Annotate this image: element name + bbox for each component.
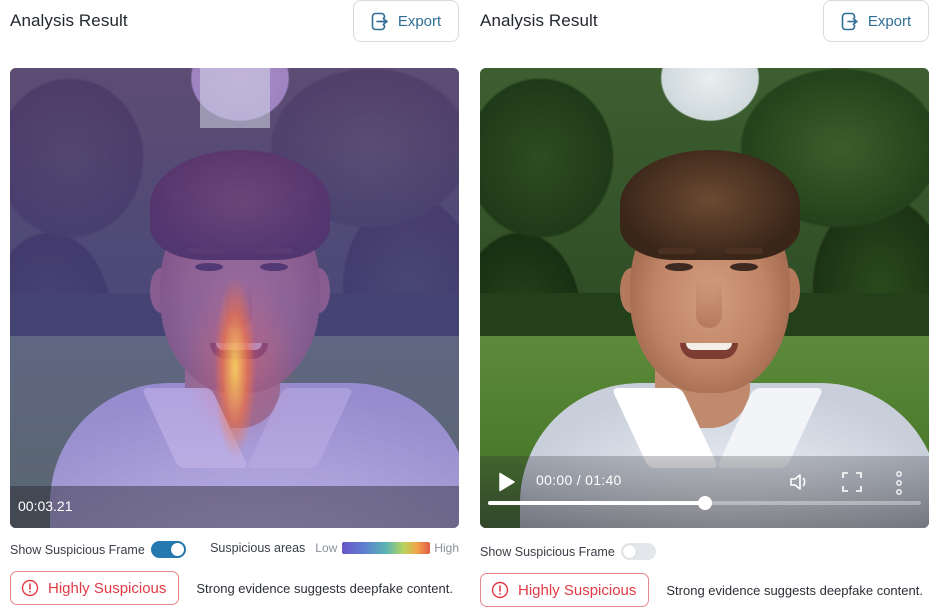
panel-title: Analysis Result — [480, 11, 598, 30]
verdict-description: Strong evidence suggests deepfake conten… — [666, 582, 923, 598]
analysis-panel-video: Analysis Result Export 00:00 / 01:40 Sho… — [470, 0, 930, 612]
suspicious-frame-toggle[interactable] — [150, 541, 186, 558]
volume-icon[interactable] — [788, 470, 812, 494]
fullscreen-icon[interactable] — [840, 470, 864, 494]
toggle-label: Show Suspicious Frame — [480, 544, 615, 559]
person-eye-left — [665, 263, 693, 271]
video-progress-thumb[interactable] — [697, 496, 712, 510]
export-label: Export — [867, 12, 912, 30]
verdict-row: Highly Suspicious Strong evidence sugges… — [480, 573, 923, 607]
suspicious-frame-toggle[interactable] — [620, 543, 656, 560]
export-icon — [371, 12, 388, 30]
person-hair — [620, 150, 800, 260]
person-brow-right — [725, 248, 763, 254]
suspicious-frame-toggle-row: Show Suspicious Frame — [10, 541, 186, 558]
suspicion-heatmap-overlay — [10, 68, 459, 528]
verdict-badge: Highly Suspicious — [480, 573, 650, 607]
export-icon — [841, 12, 858, 30]
toggle-knob — [622, 545, 636, 558]
export-label: Export — [397, 12, 442, 30]
toggle-knob — [170, 543, 184, 556]
play-icon[interactable] — [498, 472, 516, 492]
legend-label: Suspicious areas — [210, 541, 306, 555]
verdict-badge: Highly Suspicious — [10, 571, 180, 605]
heatmap-frame: 00:03.21 — [10, 68, 459, 528]
video-controls: 00:00 / 01:40 — [480, 456, 929, 528]
video-progress-fill — [488, 501, 705, 505]
legend-high-label: High — [434, 541, 459, 555]
person-eye-right — [730, 263, 758, 271]
verdict-description: Strong evidence suggests deepfake conten… — [196, 580, 453, 596]
analysis-panel-heatmap: Analysis Result Export 00:03.21 Show Sus… — [0, 0, 460, 612]
export-button[interactable]: Export — [823, 0, 929, 42]
heatmap-legend: Suspicious areas Low High — [210, 541, 459, 555]
verdict-label: Highly Suspicious — [518, 581, 637, 599]
frame-timestamp: 00:03.21 — [18, 498, 73, 514]
alert-circle-icon — [21, 579, 39, 597]
person-nose — [696, 278, 722, 328]
legend-gradient — [342, 542, 431, 554]
alert-circle-icon — [491, 581, 509, 599]
person-brow-left — [658, 248, 696, 254]
heatmap-highlight — [200, 68, 270, 128]
more-vertical-icon[interactable] — [894, 470, 904, 496]
suspicious-frame-toggle-row: Show Suspicious Frame — [480, 543, 656, 560]
video-time: 00:00 / 01:40 — [536, 472, 622, 488]
panel-title: Analysis Result — [10, 11, 128, 30]
verdict-label: Highly Suspicious — [48, 579, 167, 597]
frame-timestamp-bar: 00:03.21 — [10, 486, 459, 528]
export-button[interactable]: Export — [353, 0, 459, 42]
verdict-row: Highly Suspicious Strong evidence sugges… — [10, 571, 453, 605]
video-player[interactable]: 00:00 / 01:40 — [480, 68, 929, 528]
toggle-label: Show Suspicious Frame — [10, 542, 145, 557]
person-teeth — [686, 343, 732, 350]
legend-low-label: Low — [315, 541, 338, 555]
video-progress-track[interactable] — [488, 496, 921, 510]
